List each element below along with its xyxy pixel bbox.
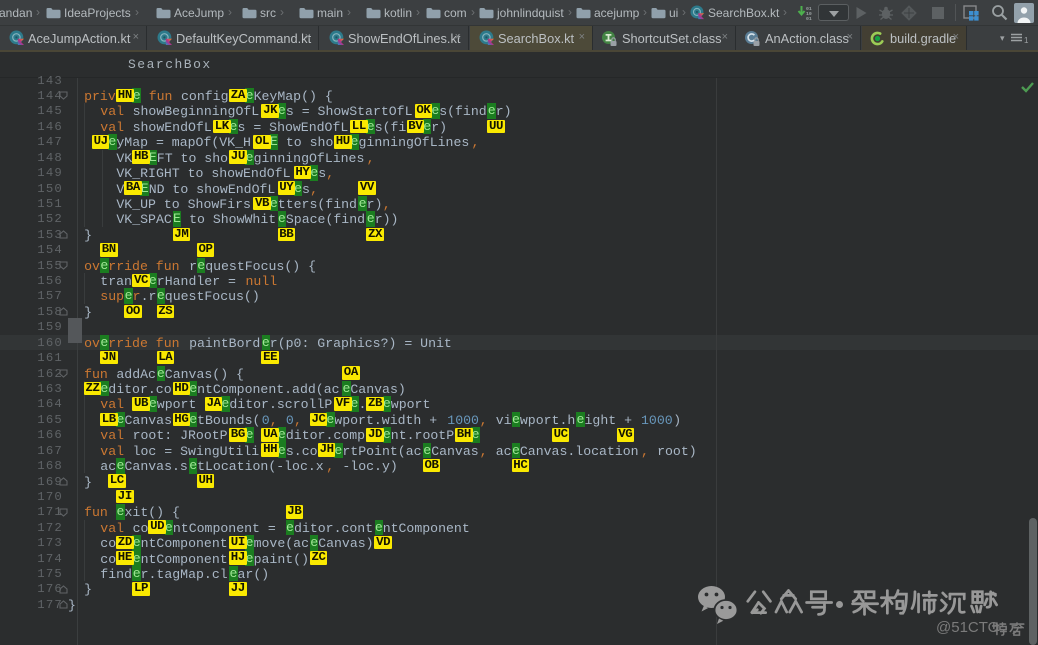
svg-text:01: 01 [806, 16, 812, 22]
